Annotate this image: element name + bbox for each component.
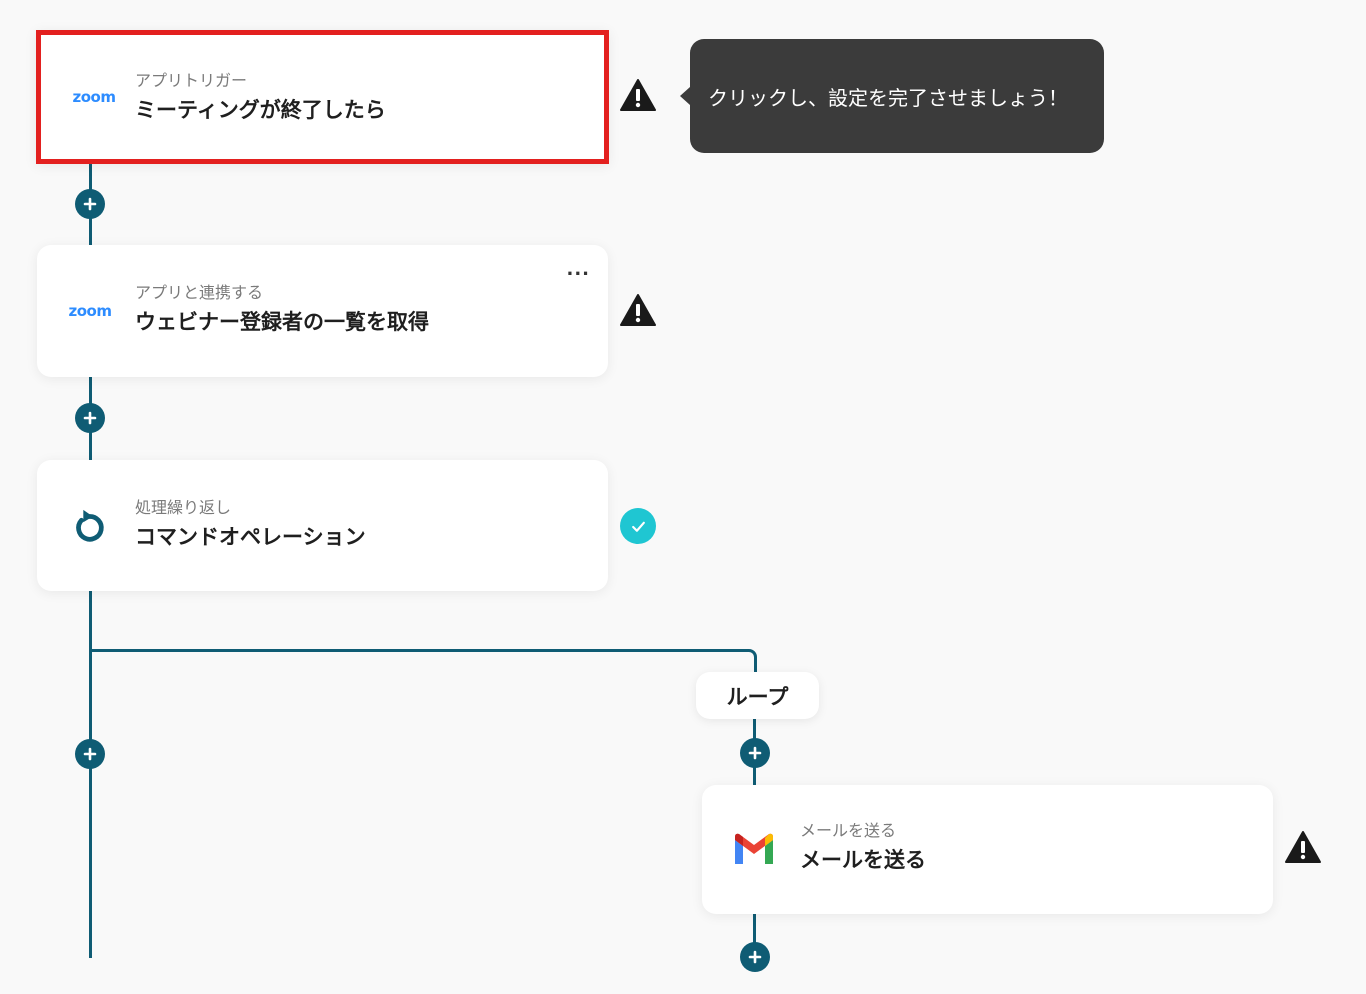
flow-canvas: zoom アプリトリガー ミーティングが終了したら クリックし、設定を完了させま… xyxy=(0,0,1366,994)
setup-tooltip: クリックし、設定を完了させましょう！ xyxy=(680,39,1104,153)
zoom-logo: zoom xyxy=(72,88,116,106)
step-card-get-webinar-registrants[interactable]: zoom アプリと連携する ウェビナー登録者の一覧を取得 ... xyxy=(37,245,608,377)
loop-arrow-icon xyxy=(69,506,109,546)
more-options-icon[interactable]: ... xyxy=(566,261,590,279)
step-type-label: メールを送る xyxy=(800,821,897,840)
step-card-command-operation[interactable]: 処理繰り返し コマンドオペレーション xyxy=(37,460,608,591)
gmail-icon xyxy=(732,831,776,867)
step-title: ウェビナー登録者の一覧を取得 xyxy=(135,310,429,334)
step-type-label: アプリと連携する xyxy=(135,283,264,302)
warning-icon xyxy=(620,79,656,111)
zoom-logo: zoom xyxy=(68,302,112,320)
warning-icon xyxy=(620,294,656,326)
check-icon xyxy=(620,508,656,544)
step-title: メールを送る xyxy=(800,848,926,872)
loop-connector-bottom xyxy=(753,914,756,944)
add-loop-step-button[interactable] xyxy=(740,942,770,972)
add-loop-step-button[interactable] xyxy=(740,738,770,768)
step-card-trigger[interactable]: zoom アプリトリガー ミーティングが終了したら xyxy=(36,30,609,164)
step-type-label: アプリトリガー xyxy=(135,71,248,90)
loop-label: ループ xyxy=(696,672,819,719)
add-step-button[interactable] xyxy=(75,739,105,769)
loop-branch-connector xyxy=(89,649,757,675)
add-step-button[interactable] xyxy=(75,403,105,433)
step-card-send-mail[interactable]: メールを送る メールを送る xyxy=(702,785,1273,914)
step-title: コマンドオペレーション xyxy=(135,525,366,549)
step-type-label: 処理繰り返し xyxy=(135,498,232,517)
add-step-button[interactable] xyxy=(75,189,105,219)
warning-icon xyxy=(1285,831,1321,863)
step-title: ミーティングが終了したら xyxy=(135,98,386,122)
